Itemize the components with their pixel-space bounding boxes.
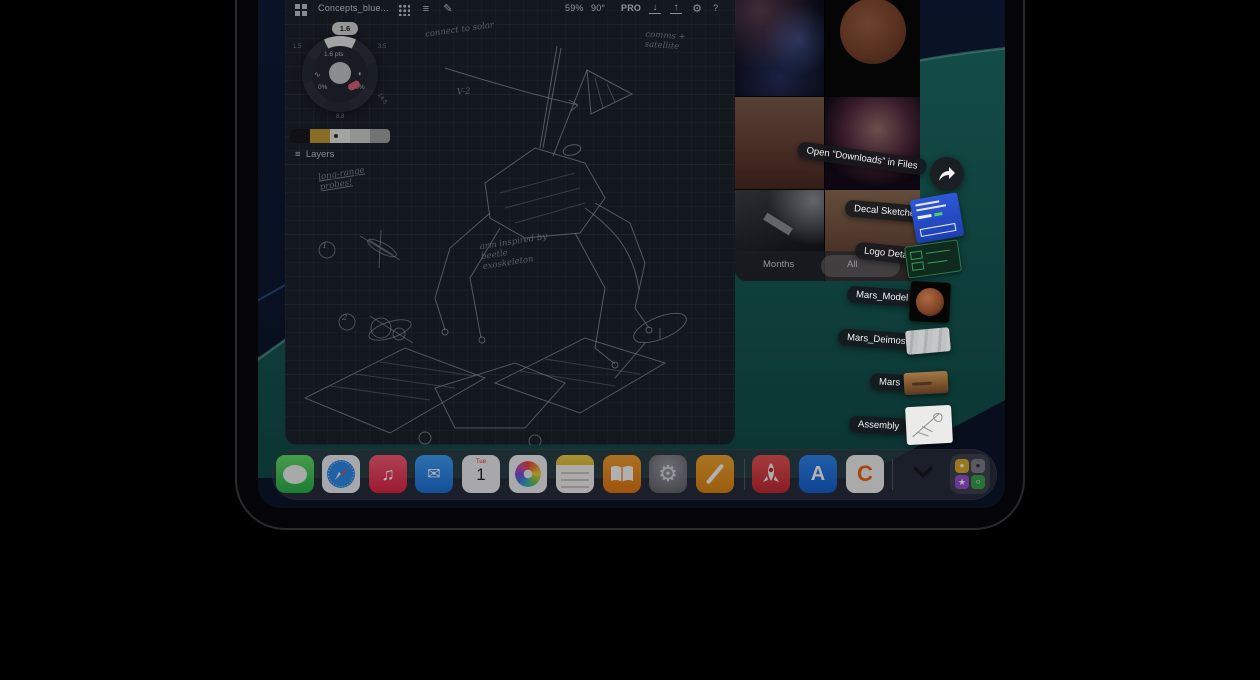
drag-label-mars-deimos[interactable]: Mars_Deimos xyxy=(838,328,916,350)
drag-thumb-decal-sketches[interactable] xyxy=(910,192,965,244)
drag-layer: Open “Downloads” in Files Decal Sketches… xyxy=(258,0,1005,508)
share-button[interactable] xyxy=(930,157,964,191)
drag-thumb-mars[interactable] xyxy=(903,371,948,395)
share-arrow-icon xyxy=(937,165,957,183)
drag-label-open-downloads[interactable]: Open “Downloads” in Files xyxy=(796,141,927,176)
drag-thumb-mars-model[interactable] xyxy=(909,281,951,323)
drag-thumb-assembly[interactable] xyxy=(905,405,953,445)
drag-label-mars-model[interactable]: Mars_Model xyxy=(846,286,917,308)
ipad-screen: Concepts_blue... ≡ ✎ 59% 90° PRO ↓ ↑ ⚙ ? xyxy=(258,0,1005,508)
drag-label-assembly[interactable]: Assembly xyxy=(849,415,909,435)
drag-thumb-logo-detail[interactable] xyxy=(904,239,962,278)
drag-thumb-mars-deimos[interactable] xyxy=(905,327,951,355)
